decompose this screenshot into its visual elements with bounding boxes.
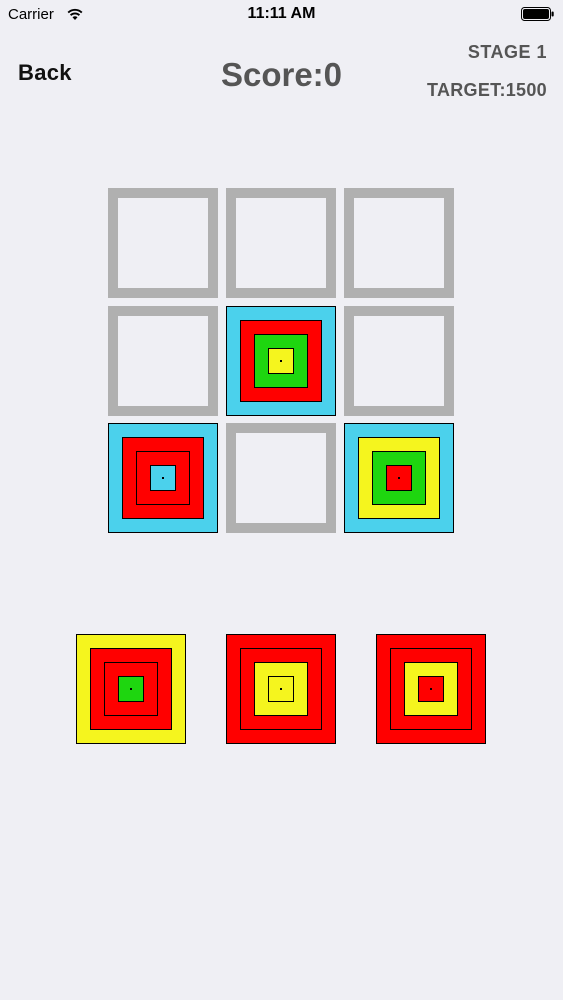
tray-piece-2[interactable]: [226, 634, 336, 744]
stage-label: STAGE 1: [467, 42, 547, 62]
board-cell-empty-r1-c0[interactable]: [108, 306, 218, 416]
tray-piece-1[interactable]: [76, 634, 186, 744]
board-cell-empty-r0-c0[interactable]: [108, 188, 218, 298]
tray-piece-1-center-dot: [130, 688, 132, 690]
board-cell-piece-r2-c0[interactable]: [108, 423, 218, 533]
tray-piece-3-center-dot: [430, 688, 432, 690]
board-cell-piece-r2-c2[interactable]: [344, 423, 454, 533]
board-cell-empty-r0-c2[interactable]: [344, 188, 454, 298]
board-cell-empty-r1-c2[interactable]: [344, 306, 454, 416]
status-bar: Carrier 11:11 AM: [0, 0, 563, 30]
board-cell-empty-r0-c1[interactable]: [226, 188, 336, 298]
target-label: TARGET:1500: [426, 80, 547, 100]
board-piece-r1-c1-center-dot: [280, 360, 282, 362]
battery-icon: [521, 7, 554, 21]
tray-piece-3[interactable]: [376, 634, 486, 744]
board-cell-empty-r2-c1[interactable]: [226, 423, 336, 533]
clock: 11:11 AM: [247, 5, 316, 22]
board-piece-r2-c2-center-dot: [398, 477, 400, 479]
board-cell-piece-r1-c1[interactable]: [226, 306, 336, 416]
tray-piece-2-center-dot: [280, 688, 282, 690]
board-piece-r2-c0-center-dot: [162, 477, 164, 479]
